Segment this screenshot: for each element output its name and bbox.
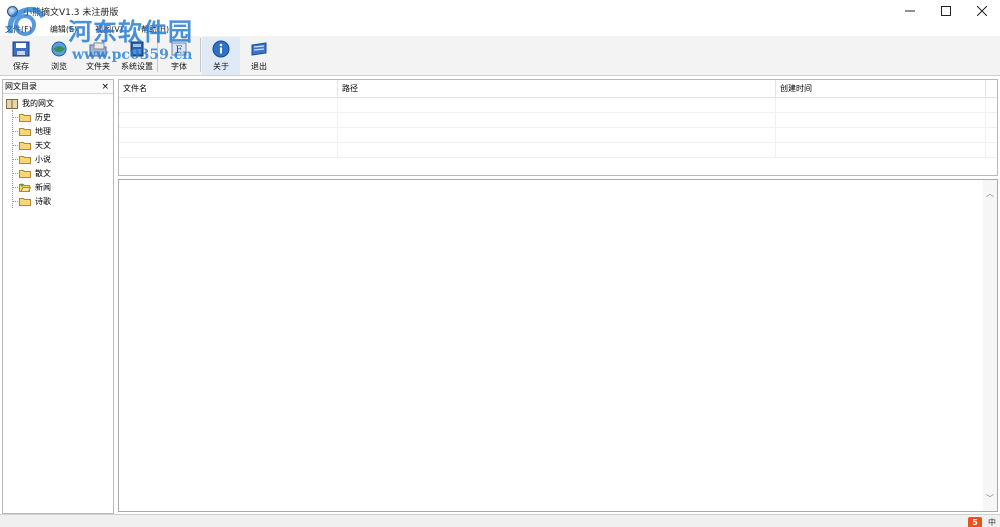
exit-icon — [251, 42, 267, 56]
minimize-button[interactable] — [892, 0, 928, 22]
tree-item-label: 诗歌 — [35, 196, 51, 206]
tree-item-geography[interactable]: 地理 — [3, 124, 113, 138]
tree-item-label: 新闻 — [35, 182, 51, 192]
tree-item-label: 散文 — [35, 168, 51, 178]
status-bar: 5 中 — [0, 514, 1000, 527]
watermark-url: www.pc0359.cn — [72, 47, 193, 63]
maximize-icon — [941, 6, 951, 16]
tree-item-label: 地理 — [35, 126, 51, 136]
close-icon — [977, 6, 987, 16]
toolbar-separator — [200, 38, 201, 72]
column-filename[interactable]: 文件名 — [119, 80, 338, 97]
book-icon — [6, 98, 18, 109]
directory-tree: 我的网文 历史 地理 天文 小说 散文 新闻 诗歌 — [3, 94, 113, 208]
tree-item-label: 天文 — [35, 140, 51, 150]
folder-icon — [19, 141, 31, 150]
table-row — [119, 128, 997, 143]
panel-header: 网文目录 × — [3, 80, 113, 94]
vertical-scrollbar[interactable]: ︿ ﹀ — [983, 180, 997, 511]
tree-item-novel[interactable]: 小说 — [3, 152, 113, 166]
save-label: 保存 — [13, 62, 29, 71]
file-list: 文件名 路径 创建时间 — [118, 79, 998, 176]
table-row — [119, 113, 997, 128]
info-icon — [212, 40, 230, 58]
scroll-down-button[interactable]: ﹀ — [983, 491, 997, 505]
folder-icon — [19, 169, 31, 178]
tree-item-news[interactable]: 新闻 — [3, 180, 113, 194]
browse-label: 浏览 — [51, 62, 67, 71]
tray-app-icon[interactable]: 5 — [968, 516, 982, 527]
watermark-title: 河东软件园 — [68, 17, 193, 46]
folder-icon — [19, 113, 31, 122]
maximize-button[interactable] — [928, 0, 964, 22]
column-created-time[interactable]: 创建时间 — [776, 80, 986, 97]
tree-item-essay[interactable]: 散文 — [3, 166, 113, 180]
column-path[interactable]: 路径 — [338, 80, 776, 97]
folder-icon — [19, 127, 31, 136]
tree-item-astronomy[interactable]: 天文 — [3, 138, 113, 152]
tree-root-label: 我的网文 — [22, 98, 54, 108]
table-row — [119, 143, 997, 158]
ime-indicator[interactable]: 中 — [988, 517, 996, 527]
window-controls — [892, 0, 1000, 22]
about-button[interactable]: 关于 — [202, 37, 240, 75]
panel-title: 网文目录 — [5, 82, 37, 91]
exit-label: 退出 — [251, 62, 267, 71]
about-label: 关于 — [213, 62, 229, 71]
panel-close-button[interactable]: × — [101, 82, 109, 92]
exit-button[interactable]: 退出 — [240, 37, 278, 75]
tree-item-label: 历史 — [35, 112, 51, 122]
folder-icon — [19, 155, 31, 164]
folder-icon — [19, 197, 31, 206]
file-list-header: 文件名 路径 创建时间 — [119, 80, 997, 98]
system-tray: 5 中 — [968, 516, 996, 527]
directory-panel: 网文目录 × 我的网文 历史 地理 天文 小说 散文 新闻 诗歌 — [2, 79, 114, 514]
tree-item-label: 小说 — [35, 154, 51, 164]
table-row — [119, 98, 997, 113]
watermark-logo — [7, 7, 46, 36]
close-button[interactable] — [964, 0, 1000, 22]
tree-item-history[interactable]: 历史 — [3, 110, 113, 124]
scroll-up-button[interactable]: ︿ — [983, 186, 997, 200]
open-folder-icon — [19, 183, 31, 192]
article-content-pane[interactable]: ︿ ﹀ — [118, 179, 998, 512]
tree-item-poetry[interactable]: 诗歌 — [3, 194, 113, 208]
tree-root-item[interactable]: 我的网文 — [3, 96, 113, 110]
minimize-icon — [905, 10, 915, 12]
